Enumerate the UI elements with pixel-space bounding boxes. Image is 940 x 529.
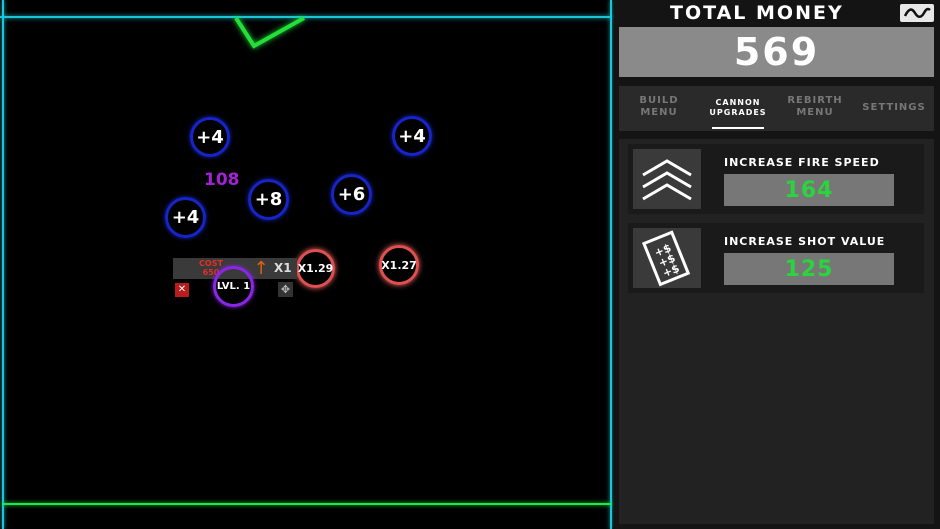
- bumper-plus4-a[interactable]: +4: [190, 117, 230, 157]
- playfield-right-wall: [610, 0, 612, 529]
- upgrade-name: INCREASE FIRE SPEED: [724, 156, 880, 169]
- chevrons-up-icon: [633, 149, 701, 209]
- playfield-left-wall: [2, 0, 4, 529]
- total-money-value: 569: [619, 27, 934, 77]
- tab-rebirth-menu[interactable]: REBIRTH MENU: [779, 95, 851, 119]
- title-row: TOTAL MONEY: [614, 0, 940, 26]
- upgrades-panel: INCREASE FIRE SPEED 164 +$ +$ +$ INCREAS…: [619, 139, 934, 524]
- tab-cannon-upgrades[interactable]: CANNON UPGRADES: [699, 98, 777, 118]
- upgrade-name: INCREASE SHOT VALUE: [724, 235, 886, 248]
- wave-button[interactable]: [900, 4, 934, 22]
- cannon-multiplier-label: X1: [274, 261, 292, 275]
- multiplier-bumper-a[interactable]: X1.29: [296, 249, 335, 288]
- playfield-floor: [2, 503, 612, 505]
- multiplier-bumper-b[interactable]: X1.27: [379, 245, 419, 285]
- bumper-plus8[interactable]: +8: [248, 179, 289, 220]
- cannon-upgrade-arrow-icon[interactable]: ↑: [252, 258, 270, 279]
- active-tab-underline: [712, 127, 764, 129]
- wave-icon: [903, 7, 931, 18]
- upgrade-cost-button[interactable]: 125: [724, 253, 894, 285]
- floating-value-text: 108: [204, 170, 240, 190]
- cannon-level-ring[interactable]: LVL. 1: [213, 266, 254, 307]
- upgrade-fire-speed[interactable]: INCREASE FIRE SPEED 164: [628, 144, 924, 214]
- upgrade-shot-value[interactable]: +$ +$ +$ INCREASE SHOT VALUE 125: [628, 223, 924, 293]
- money-bill-icon: +$ +$ +$: [633, 228, 701, 288]
- bumper-plus4-b[interactable]: +4: [392, 116, 432, 156]
- cannon-move-icon[interactable]: ✥: [278, 282, 293, 297]
- game-playfield[interactable]: +4 +4 +8 +6 +4 X1.29 X1.27 108 COST 650 …: [0, 0, 614, 529]
- tab-build-menu[interactable]: BUILD MENU: [627, 95, 691, 119]
- bumper-plus4-c[interactable]: +4: [165, 197, 206, 238]
- tab-settings[interactable]: SETTINGS: [855, 102, 933, 114]
- cannon-remove-x-icon[interactable]: ✕: [175, 283, 189, 297]
- bumper-plus6[interactable]: +6: [331, 174, 372, 215]
- sidebar-panel: TOTAL MONEY 569 BUILD MENU CANNON UPGRAD…: [614, 0, 940, 529]
- menu-tabs: BUILD MENU CANNON UPGRADES REBIRTH MENU …: [619, 86, 934, 131]
- upgrade-cost-button[interactable]: 164: [724, 174, 894, 206]
- total-money-title: TOTAL MONEY: [670, 2, 844, 24]
- green-launcher-chevron: [234, 16, 305, 49]
